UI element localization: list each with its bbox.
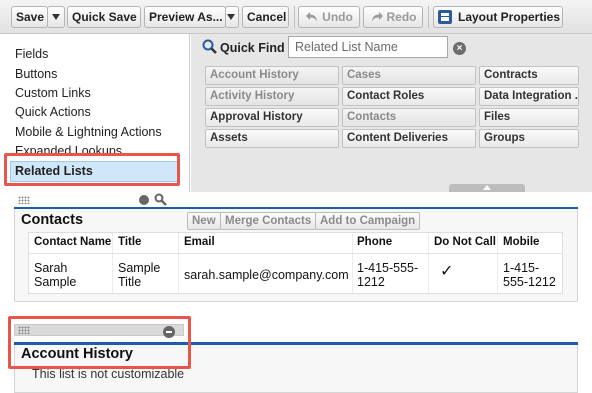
save-button[interactable]: Save xyxy=(11,6,48,28)
layout-properties-label: Layout Properties xyxy=(458,10,561,24)
quick-save-button[interactable]: Quick Save xyxy=(67,6,141,28)
new-button[interactable]: New xyxy=(187,212,221,230)
palette-item-assets[interactable]: Assets xyxy=(205,129,339,148)
palette-item-account-history[interactable]: Account History xyxy=(205,66,339,85)
chevron-down-icon xyxy=(227,14,235,20)
redo-label: Redo xyxy=(386,10,417,24)
column-divider xyxy=(352,233,353,293)
category-quick-actions[interactable]: Quick Actions xyxy=(15,105,91,119)
clear-icon[interactable]: × xyxy=(453,42,466,55)
palette-item-contacts[interactable]: Contacts xyxy=(342,108,476,127)
properties-wrench-icon[interactable] xyxy=(154,193,168,207)
column-header-title[interactable]: Title xyxy=(118,236,141,248)
palette-item-activity-history[interactable]: Activity History xyxy=(205,87,339,106)
palette-items-panel: Quick Find × Account History Cases Contr… xyxy=(191,34,592,192)
palette-item-cases[interactable]: Cases xyxy=(342,66,476,85)
redo-icon xyxy=(371,12,383,22)
checkmark-icon: ✓ xyxy=(440,263,454,280)
related-lists-highlight xyxy=(4,153,180,186)
column-header-mobile[interactable]: Mobile xyxy=(503,236,539,248)
layout-canvas: Contacts New Merge Contacts Add to Campa… xyxy=(0,192,592,393)
category-custom-links[interactable]: Custom Links xyxy=(15,86,91,100)
palette-item-contact-roles[interactable]: Contact Roles xyxy=(342,87,476,106)
palette-item-approval-history[interactable]: Approval History xyxy=(205,108,339,127)
chevron-down-icon xyxy=(52,14,60,20)
drag-handle-icon[interactable] xyxy=(18,196,30,204)
palette-collapse-handle[interactable] xyxy=(449,184,525,192)
redo-button[interactable]: Redo xyxy=(363,6,423,28)
palette-item-contracts[interactable]: Contracts xyxy=(479,66,579,85)
search-icon xyxy=(202,39,217,54)
cell-contact-name-line1: Sarah xyxy=(34,261,68,275)
header-divider xyxy=(29,253,562,254)
merge-contacts-button[interactable]: Merge Contacts xyxy=(220,212,317,230)
category-buttons[interactable]: Buttons xyxy=(15,67,57,81)
column-divider xyxy=(178,233,179,293)
cell-email: sarah.sample@company.com xyxy=(184,268,349,282)
column-header-phone[interactable]: Phone xyxy=(357,236,392,248)
cell-phone-line1: 1-415-555- xyxy=(357,261,419,275)
cell-title-line2: Title xyxy=(118,275,142,289)
cell-mobile-line2: 555-1212 xyxy=(503,275,556,289)
contacts-title: Contacts xyxy=(21,212,84,228)
cell-mobile-line1: 1-415- xyxy=(503,261,540,275)
toolbar-divider xyxy=(428,6,429,28)
cell-title-line1: Sample xyxy=(118,261,161,275)
preview-as-button[interactable]: Preview As... xyxy=(144,6,226,28)
palette: Fields Buttons Custom Links Quick Action… xyxy=(0,34,592,192)
column-header-email[interactable]: Email xyxy=(184,236,215,248)
cell-phone-line2: 1212 xyxy=(357,275,385,289)
add-to-campaign-button[interactable]: Add to Campaign xyxy=(315,212,421,230)
palette-item-data-integration[interactable]: Data Integration ... xyxy=(479,87,579,106)
account-history-highlight xyxy=(8,316,191,369)
cancel-button[interactable]: Cancel xyxy=(242,6,289,28)
quick-find-label: Quick Find xyxy=(220,41,285,55)
layout-properties-icon xyxy=(438,10,452,24)
preview-as-dropdown[interactable] xyxy=(225,6,239,28)
remove-icon[interactable] xyxy=(139,195,149,205)
layout-properties-button[interactable]: Layout Properties xyxy=(433,6,563,28)
palette-item-files[interactable]: Files xyxy=(479,108,579,127)
save-dropdown-button[interactable] xyxy=(47,6,65,28)
toolbar: Save Quick Save Preview As... Cancel Und… xyxy=(0,0,592,34)
quick-find-input[interactable] xyxy=(288,36,448,58)
column-divider xyxy=(112,233,113,293)
undo-button[interactable]: Undo xyxy=(298,6,360,28)
undo-label: Undo xyxy=(322,10,353,24)
column-header-do-not-call[interactable]: Do Not Call xyxy=(434,236,496,248)
toolbar-divider xyxy=(294,6,295,28)
undo-icon xyxy=(306,12,318,22)
palette-item-groups[interactable]: Groups xyxy=(479,129,579,148)
column-divider xyxy=(497,233,498,293)
palette-item-content-deliveries[interactable]: Content Deliveries xyxy=(342,129,476,148)
cell-contact-name-line2: Sample xyxy=(34,275,77,289)
not-customizable-note: This list is not customizable xyxy=(32,367,185,381)
column-header-contact-name[interactable]: Contact Name xyxy=(34,236,111,248)
column-divider xyxy=(428,233,429,293)
category-fields[interactable]: Fields xyxy=(15,47,48,61)
category-mobile-lightning-actions[interactable]: Mobile & Lightning Actions xyxy=(15,125,162,139)
